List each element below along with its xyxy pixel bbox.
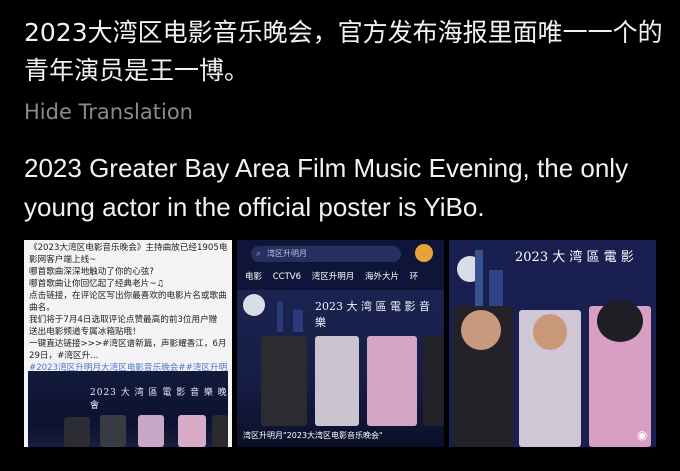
skyline-graphic xyxy=(475,250,483,308)
text-line: 影网客户端上线~ xyxy=(29,255,97,265)
text-line: 一键直达链接>>>#湾区谱新篇，声影耀香江，6月 xyxy=(29,339,227,349)
performer-figure xyxy=(367,336,417,426)
performer-figure xyxy=(315,336,359,426)
media-gallery: 《2023大湾区电影音乐晚会》主持曲放已经1905电 影网客户端上线~ 哪首歌曲… xyxy=(24,240,656,447)
tab-item[interactable]: 环 xyxy=(410,270,419,282)
performer-figure xyxy=(261,336,307,426)
category-tabs: 电影 CCTV6 湾区升明月 海外大片 环 xyxy=(237,270,444,286)
weibo-watermark-icon: ◉ xyxy=(637,428,648,442)
text-line: 《2023大湾区电影音乐晚会》主持曲放已经1905电 xyxy=(29,243,227,253)
poster-title: 2023 大 湾 區 電 影 音 樂 晚 會 xyxy=(90,388,228,411)
search-icon: ⌕ xyxy=(256,249,262,259)
event-poster: 2023 大 湾 區 電 影 音 樂 晚 會 xyxy=(28,371,228,447)
performer-figure xyxy=(212,415,228,447)
poster-title: 2023 大 湾 區 電 影 音 樂 xyxy=(315,300,430,329)
media-image-3[interactable]: 2023 大 湾 區 電 影 ◉ xyxy=(449,240,656,447)
moon-graphic xyxy=(243,294,265,316)
media-image-1[interactable]: 《2023大湾区电影音乐晚会》主持曲放已经1905电 影网客户端上线~ 哪首歌曲… xyxy=(24,240,232,447)
skyline-graphic xyxy=(489,270,503,308)
search-input[interactable]: ⌕ 湾区升明月 xyxy=(251,246,401,262)
text-line: 哪首歌曲深深地触动了你的心弦? xyxy=(29,267,154,277)
tab-item[interactable]: 电影 xyxy=(245,270,262,282)
skyline-graphic xyxy=(277,302,283,332)
performer-figure xyxy=(423,336,444,426)
media-image-2[interactable]: ⌕ 湾区升明月 电影 CCTV6 湾区升明月 海外大片 环 2023 大 湾 區… xyxy=(237,240,444,447)
hide-translation-link[interactable]: Hide Translation xyxy=(24,100,193,124)
performer-figure xyxy=(138,415,164,447)
text-line: 29日，#湾区升... xyxy=(29,351,99,361)
tab-item[interactable]: 湾区升明月 xyxy=(312,270,355,282)
text-line: 曲名。 xyxy=(29,303,55,313)
tab-item[interactable]: 海外大片 xyxy=(365,270,399,282)
text-line: 送出电影频道专属冰箱贴哦！ xyxy=(29,327,141,337)
text-line: 哪首歌曲让你回忆起了经典老片~♫ xyxy=(29,279,165,289)
translated-post-text: 2023 Greater Bay Area Film Music Evening… xyxy=(24,153,629,222)
performer-figure xyxy=(178,415,206,447)
text-line: 点击链接，在评论区写出你最喜欢的电影片名或歌曲 xyxy=(29,291,227,301)
text-line: 我们将于7月4日选取评论点赞最高的前3位用户赠 xyxy=(29,315,218,325)
tab-item[interactable]: CCTV6 xyxy=(273,272,301,282)
event-poster: 2023 大 湾 區 電 影 音 樂 xyxy=(237,290,444,447)
skyline-graphic xyxy=(293,310,303,332)
performer-figure xyxy=(533,314,567,350)
video-caption: 湾区升明月"2023大湾区电影音乐晚会" xyxy=(243,431,383,440)
performer-figure xyxy=(597,300,643,342)
embedded-post-text: 《2023大湾区电影音乐晚会》主持曲放已经1905电 影网客户端上线~ 哪首歌曲… xyxy=(24,240,232,388)
performer-figure xyxy=(100,415,126,447)
poster-title: 2023 大 湾 區 電 影 xyxy=(515,250,634,265)
search-placeholder: 湾区升明月 xyxy=(267,249,307,258)
performer-figure xyxy=(461,310,501,350)
app-badge-icon xyxy=(415,244,433,262)
original-post-text: 2023大湾区电影音乐晚会，官方发布海报里面唯一一个的青年演员是王一博。 xyxy=(24,18,663,85)
performer-figure xyxy=(64,417,90,447)
